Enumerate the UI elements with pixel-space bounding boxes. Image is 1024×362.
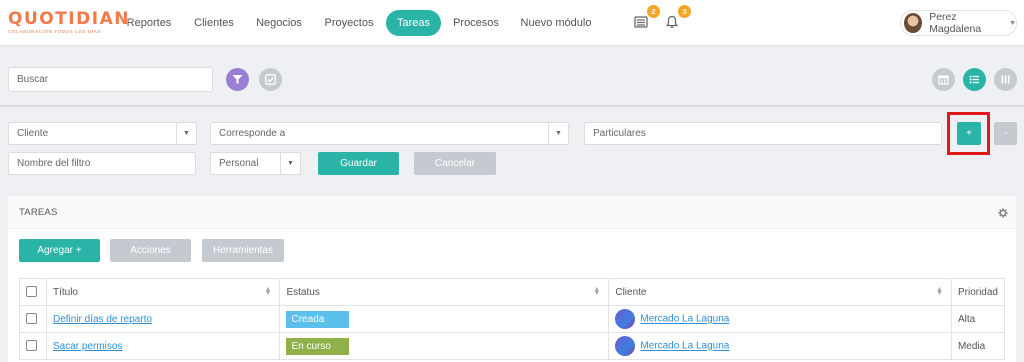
gear-icon[interactable]	[998, 208, 1008, 218]
title-cell: Sacar permisos	[45, 332, 281, 360]
sort-icon: ▲ ▼	[593, 286, 601, 297]
nav-tareas[interactable]: Tareas	[386, 10, 441, 36]
scope-select[interactable]: Personal ▼	[210, 152, 301, 175]
task-title-link[interactable]: Definir días de reparto	[53, 314, 152, 325]
chevron-down-icon: ▼	[1009, 19, 1016, 27]
select-all-checkbox[interactable]	[26, 286, 37, 298]
tasks-panel: TAREAS Agregar + Acciones Herramientas T…	[8, 196, 1016, 362]
top-navbar: QUOTIDIAN COLABORACIÓN TODOS LOS DÍAS Re…	[0, 0, 1024, 46]
user-name: Perez Magdalena	[929, 11, 982, 35]
column-header-client[interactable]: Cliente ▲ ▼	[608, 278, 952, 306]
filter-name-field[interactable]: Nombre del filtro	[8, 152, 196, 175]
column-header-status[interactable]: Estatus ▲ ▼	[279, 278, 610, 306]
nav-proyectos[interactable]: Proyectos	[318, 10, 380, 36]
nav-nuevo-modulo[interactable]: Nuevo módulo	[515, 10, 597, 36]
nav-procesos[interactable]: Procesos	[448, 10, 504, 36]
panel-title: TAREAS	[19, 207, 58, 218]
client-cell: Mercado La Laguna	[608, 332, 952, 360]
client-link[interactable]: Mercado La Laguna	[640, 314, 729, 325]
column-header-priority[interactable]: Prioridad	[950, 278, 1006, 306]
inbox-badge: 2	[647, 5, 660, 18]
status-badge: Creada	[286, 310, 350, 328]
calendar-icon	[938, 75, 949, 85]
sort-icon: ▲ ▼	[936, 286, 943, 297]
save-filter-button[interactable]: Guardar	[318, 152, 399, 175]
filter-button[interactable]	[226, 68, 249, 91]
user-menu[interactable]: Perez Magdalena ▼	[900, 10, 1017, 36]
particulares-placeholder: Particulares	[593, 128, 646, 139]
avatar	[904, 13, 923, 33]
particulares-field[interactable]: Particulares	[584, 122, 942, 145]
remove-filter-button[interactable]: -	[994, 122, 1017, 145]
select-all-cell	[19, 278, 47, 306]
nav-negocios[interactable]: Negocios	[250, 10, 308, 36]
filter-icon	[232, 75, 243, 84]
calendar-view-button[interactable]	[932, 68, 955, 91]
client-avatar	[615, 309, 636, 329]
table-row: Sacar permisos En curso Mercado La Lagun…	[19, 332, 1006, 360]
client-link[interactable]: Mercado La Laguna	[640, 341, 729, 352]
priority-cell: Alta	[950, 305, 1006, 333]
bell-icon[interactable]: 3	[663, 5, 691, 31]
search-input[interactable]	[8, 67, 213, 92]
cancel-filter-button[interactable]: Cancelar	[414, 152, 496, 175]
corresponde-select[interactable]: Corresponde a ▼	[210, 122, 569, 145]
logo-tagline: COLABORACIÓN TODOS LOS DÍAS	[8, 29, 102, 34]
panel-header: TAREAS	[8, 196, 1016, 229]
row-checkbox-cell	[19, 305, 47, 333]
cliente-select-value: Cliente	[17, 128, 49, 139]
chevron-down-icon: ▼	[548, 123, 568, 144]
actions-button[interactable]: Acciones	[110, 239, 191, 262]
tasks-table: Título ▲ ▼ Estatus ▲ ▼ Cliente ▲ ▼ Prioridad D…	[19, 278, 1006, 360]
sort-icon: ▲ ▼	[264, 286, 272, 297]
check-square-icon	[265, 74, 276, 85]
list-icon	[969, 75, 979, 84]
add-task-button[interactable]: Agregar +	[19, 239, 100, 262]
row-checkbox-cell	[19, 332, 47, 360]
table-header-row: Título ▲ ▼ Estatus ▲ ▼ Cliente ▲ ▼ Prioridad	[19, 278, 1006, 306]
corresponde-select-value: Corresponde a	[219, 128, 286, 139]
row-checkbox[interactable]	[26, 313, 37, 325]
logo-text: QUOTIDIAN	[8, 9, 130, 29]
client-avatar	[615, 336, 636, 356]
column-header-title[interactable]: Título ▲ ▼	[45, 278, 281, 306]
tools-button[interactable]: Herramientas	[202, 239, 284, 262]
checklist-button[interactable]	[259, 68, 282, 91]
status-cell: Creada	[279, 305, 610, 333]
task-title-link[interactable]: Sacar permisos	[53, 341, 122, 352]
section-divider	[0, 105, 1024, 107]
inbox-icon[interactable]: 2	[632, 5, 660, 31]
highlight-box	[947, 112, 990, 155]
title-cell: Definir días de reparto	[45, 305, 281, 333]
column-status-label: Estatus	[286, 286, 320, 298]
filter-name-placeholder: Nombre del filtro	[17, 158, 91, 169]
column-priority-label: Prioridad	[957, 286, 998, 298]
chevron-down-icon: ▼	[280, 153, 300, 174]
row-checkbox[interactable]	[26, 340, 37, 352]
cliente-select[interactable]: Cliente ▼	[8, 122, 197, 145]
nav-clientes[interactable]: Clientes	[188, 10, 240, 36]
bell-badge: 3	[678, 5, 691, 18]
columns-view-button[interactable]	[994, 68, 1017, 91]
priority-cell: Media	[950, 332, 1006, 360]
table-row: Definir días de reparto Creada Mercado L…	[19, 305, 1006, 333]
client-cell: Mercado La Laguna	[608, 305, 952, 333]
scope-select-value: Personal	[219, 158, 259, 169]
nav-reportes[interactable]: Reportes	[120, 10, 178, 36]
list-view-button[interactable]	[963, 68, 986, 91]
app-logo[interactable]: QUOTIDIAN COLABORACIÓN TODOS LOS DÍAS	[8, 10, 130, 34]
status-badge: En curso	[286, 337, 350, 355]
status-cell: En curso	[279, 332, 610, 360]
column-client-label: Cliente	[615, 286, 647, 298]
columns-icon	[1001, 75, 1010, 84]
column-title-label: Título	[52, 286, 78, 298]
chevron-down-icon: ▼	[176, 123, 196, 144]
